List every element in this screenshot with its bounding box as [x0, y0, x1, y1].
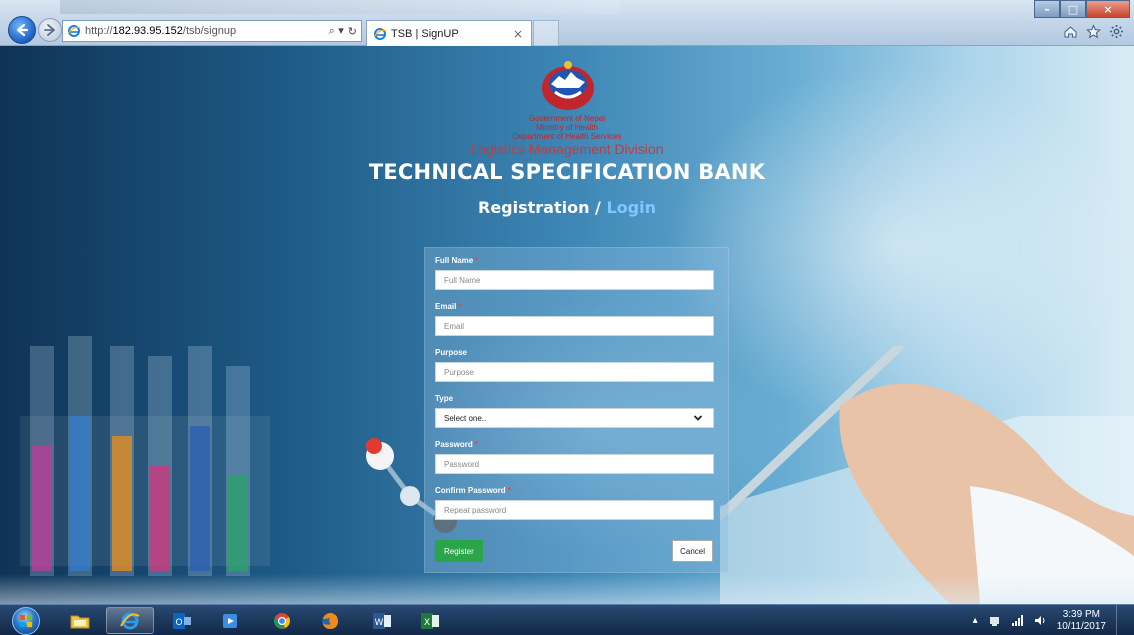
excel-icon: X [421, 612, 439, 629]
cancel-button[interactable]: Cancel [672, 540, 713, 562]
firefox-icon [322, 612, 338, 629]
forward-button[interactable] [38, 18, 62, 42]
file-explorer-icon [70, 615, 90, 628]
required-mark: * [507, 486, 511, 495]
type-select-value: Select one.. [444, 413, 487, 423]
password-input[interactable] [435, 454, 714, 474]
full-name-label: Full Name * [435, 256, 479, 265]
purpose-group: Purpose [435, 348, 716, 384]
desktop-fade [60, 0, 620, 14]
browser-chrome: http://182.93.95.152/tsb/signup ⌕ ▾ ↻ TS… [0, 0, 1134, 46]
required-mark: * [474, 440, 478, 449]
required-mark: * [458, 302, 462, 311]
mode-separator: / [589, 198, 607, 217]
favorites-star-icon[interactable] [1086, 24, 1101, 39]
taskbar-chrome[interactable] [258, 607, 306, 634]
show-desktop-button[interactable] [1116, 605, 1126, 635]
svg-text:X: X [424, 618, 430, 628]
system-tray: ▴ 3:39 PM 10/11/2017 [973, 605, 1126, 635]
type-select[interactable]: Select one.. [435, 408, 714, 428]
page-viewport: Government of Nepal Ministry of Health D… [0, 46, 1134, 604]
address-url[interactable]: http://182.93.95.152/tsb/signup [85, 25, 236, 37]
org-division: Logistics Management Division [470, 141, 664, 157]
purpose-label: Purpose [435, 348, 468, 357]
taskbar-word[interactable]: W [358, 607, 406, 634]
windows-taskbar: O W X ▴ 3:39 PM 10/11/2017 [0, 604, 1134, 635]
full-name-group: Full Name * [435, 256, 716, 292]
minimize-button[interactable]: – [1034, 0, 1060, 18]
network-device-icon[interactable] [988, 614, 1001, 627]
taskbar-media-player[interactable] [206, 607, 254, 634]
org-government: Government of Nepal [528, 114, 606, 123]
password-group: Password * [435, 440, 716, 476]
search-dropdown-icon[interactable]: ⌕ ▾ [329, 24, 344, 38]
login-link[interactable]: Login [606, 198, 656, 217]
forward-arrow-icon [44, 24, 55, 36]
confirm-password-input[interactable] [435, 500, 714, 520]
register-button[interactable]: Register [435, 540, 483, 562]
signup-form: Full Name* Email* Purpose Type Select on… [424, 247, 729, 573]
background-bottom-fade [0, 574, 1134, 604]
taskbar-file-explorer[interactable] [56, 607, 104, 634]
purpose-input[interactable] [435, 362, 714, 382]
site-title: TECHNICAL SPECIFICATION BANK [368, 160, 766, 184]
password-label: Password * [435, 440, 478, 449]
registration-login-switch: Registration / Login [0, 198, 1134, 217]
tab-tsb-signup[interactable]: TSB | SignUP × [366, 20, 532, 46]
government-emblem-logo [542, 61, 594, 110]
email-label: Email * [435, 302, 462, 311]
back-button[interactable] [8, 16, 36, 44]
org-department: Department of Health Services [512, 132, 622, 141]
system-clock[interactable]: 3:39 PM 10/11/2017 [1057, 609, 1106, 633]
browser-toolbar-icons [1063, 24, 1124, 39]
registration-label: Registration [478, 198, 590, 217]
outlook-icon: O [173, 612, 191, 629]
type-label: Type [435, 394, 454, 403]
close-window-button[interactable]: × [1086, 0, 1130, 18]
background-test-tubes [20, 336, 270, 576]
volume-speaker-icon[interactable] [1034, 614, 1047, 627]
taskbar-excel[interactable]: X [406, 607, 454, 634]
required-mark: * [475, 256, 479, 265]
chrome-icon [274, 612, 290, 629]
new-tab-button[interactable] [533, 20, 559, 46]
tab-title: TSB | SignUP [391, 27, 459, 40]
maximize-button[interactable]: □ [1060, 0, 1086, 18]
ie-page-icon [67, 25, 81, 37]
windows-start-icon [12, 606, 40, 635]
address-bar[interactable]: http://182.93.95.152/tsb/signup ⌕ ▾ ↻ [62, 20, 362, 42]
confirm-password-group: Confirm Password * [435, 486, 716, 522]
tab-close-icon[interactable]: × [513, 27, 523, 41]
clock-date: 10/11/2017 [1056, 620, 1106, 632]
confirm-password-label: Confirm Password * [435, 486, 511, 495]
ie-tab-icon [373, 27, 387, 40]
word-icon: W [373, 612, 391, 629]
refresh-icon[interactable]: ↻ [348, 25, 357, 38]
start-button[interactable] [10, 605, 42, 635]
chevron-down-icon [693, 415, 703, 421]
back-arrow-icon [16, 23, 29, 37]
form-buttons: Register Cancel [435, 540, 713, 562]
clock-time: 3:39 PM [1062, 608, 1100, 620]
taskbar-firefox[interactable] [306, 607, 354, 634]
background-hand-writing [720, 346, 1134, 604]
email-group: Email * [435, 302, 716, 338]
home-icon[interactable] [1063, 24, 1078, 39]
email-input[interactable] [435, 316, 714, 336]
org-ministry: Ministry of Health [536, 123, 598, 132]
window-controls: – □ × [1034, 0, 1130, 18]
settings-gear-icon[interactable] [1109, 24, 1124, 39]
media-player-icon [223, 613, 237, 628]
svg-text:O: O [175, 618, 182, 628]
taskbar-internet-explorer[interactable] [106, 607, 154, 634]
internet-explorer-icon [120, 612, 140, 629]
taskbar-outlook[interactable]: O [158, 607, 206, 634]
full-name-input[interactable] [435, 270, 714, 290]
svg-text:W: W [375, 618, 384, 628]
signal-bars-icon[interactable] [1011, 614, 1024, 627]
type-group: Type Select one.. [435, 394, 716, 430]
tray-expand-arrow-icon[interactable]: ▴ [973, 615, 978, 626]
